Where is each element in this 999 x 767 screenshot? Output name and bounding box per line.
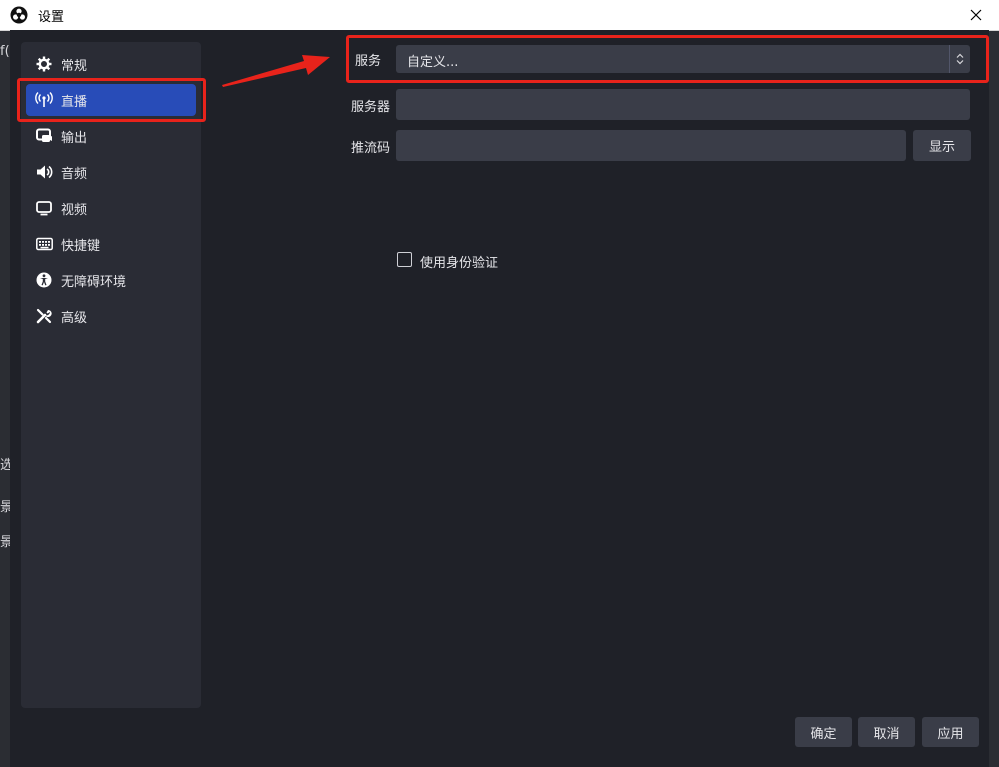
sidebar-item-video[interactable]: 视频 (26, 192, 196, 224)
service-select-value: 自定义... (407, 55, 459, 70)
gear-icon (35, 55, 53, 73)
background-text: f( (0, 44, 10, 59)
accessibility-icon (35, 271, 53, 289)
sidebar-item-label: 快捷键 (61, 238, 101, 254)
window-title: 设置 (38, 10, 65, 25)
tools-icon (35, 307, 53, 325)
service-select[interactable]: 自定义... (396, 45, 970, 73)
sidebar-item-general[interactable]: 常规 (26, 48, 196, 80)
title-bar: 设置 (0, 0, 999, 31)
sidebar-item-stream[interactable]: 直播 (26, 84, 196, 116)
service-label: 服务 (355, 54, 382, 69)
sidebar-item-label: 视频 (61, 202, 88, 218)
sidebar-item-label: 输出 (61, 130, 88, 146)
monitor-icon (35, 199, 53, 217)
sidebar-item-label: 直播 (61, 94, 88, 110)
sidebar-item-audio[interactable]: 音频 (26, 156, 196, 188)
antenna-icon (35, 91, 53, 109)
keyboard-icon (35, 235, 53, 253)
show-key-button[interactable]: 显示 (913, 130, 971, 161)
sidebar-item-advanced[interactable]: 高级 (26, 300, 196, 332)
sidebar-item-output[interactable]: 输出 (26, 120, 196, 152)
use-auth-checkbox[interactable] (397, 252, 412, 267)
sidebar-item-label: 高级 (61, 310, 88, 326)
server-label: 服务器 (351, 100, 391, 115)
annotation-arrow-icon (222, 55, 330, 87)
speaker-icon (35, 163, 53, 181)
background-window-right (989, 30, 999, 767)
stream-key-label: 推流码 (351, 141, 391, 156)
close-button[interactable] (953, 0, 999, 30)
stream-key-input[interactable] (396, 130, 906, 161)
output-icon (35, 127, 53, 145)
sidebar-item-label: 常规 (61, 58, 88, 74)
sidebar-item-accessibility[interactable]: 无障碍环境 (26, 264, 196, 296)
sidebar-item-label: 无障碍环境 (61, 274, 127, 290)
settings-dialog: 常规 直播 输出 音频 视频 快捷键 无障碍环境 高级 服务 自定义... 服务… (10, 30, 989, 767)
server-input[interactable] (396, 89, 970, 120)
select-arrows-icon (949, 45, 970, 73)
apply-button[interactable]: 应用 (922, 717, 979, 747)
obs-logo-icon (10, 6, 28, 24)
sidebar-item-hotkeys[interactable]: 快捷键 (26, 228, 196, 260)
background-window-left (0, 0, 10, 767)
sidebar-item-label: 音频 (61, 166, 88, 182)
use-auth-label: 使用身份验证 (420, 256, 499, 271)
close-icon (970, 9, 982, 21)
settings-sidebar: 常规 直播 输出 音频 视频 快捷键 无障碍环境 高级 (21, 42, 201, 708)
ok-button[interactable]: 确定 (795, 717, 852, 747)
cancel-button[interactable]: 取消 (858, 717, 915, 747)
